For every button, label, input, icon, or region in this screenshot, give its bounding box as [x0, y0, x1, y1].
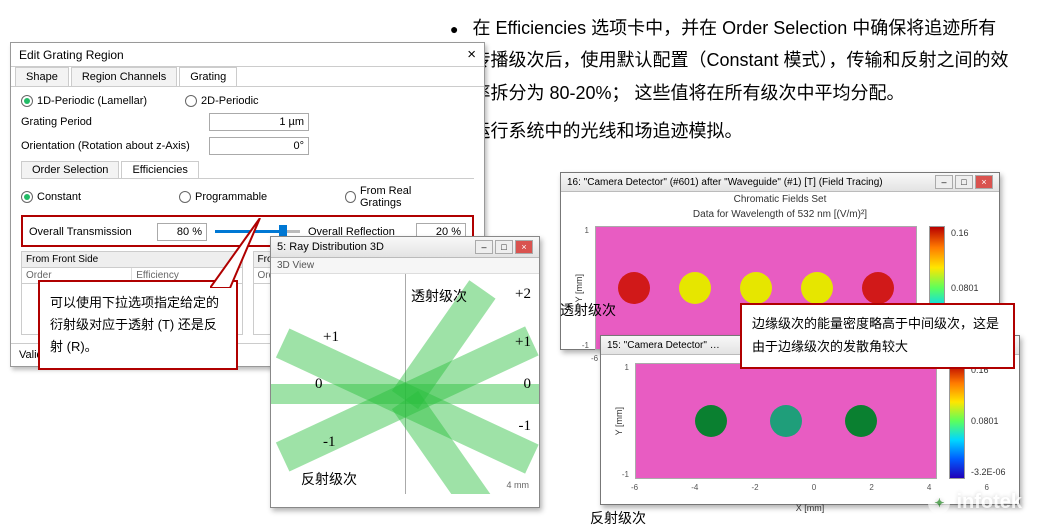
- bullet-list: ●在 Efficiencies 选项卡中，并在 Order Selection …: [450, 12, 1010, 155]
- subtab-efficiencies[interactable]: Efficiencies: [121, 161, 198, 178]
- refl-orders-caption: 反射级次: [301, 469, 357, 489]
- trans-orders-caption: 透射级次: [411, 286, 467, 306]
- order-minus1-l: -1: [323, 434, 336, 451]
- scale-bar-label: 4 mm: [507, 480, 530, 490]
- subtab-order-selection[interactable]: Order Selection: [21, 161, 119, 178]
- radio-from-real-gratings[interactable]: From Real Gratings: [345, 185, 444, 209]
- tab-region-channels[interactable]: Region Channels: [71, 67, 177, 86]
- refl-window-label: 反射级次: [590, 508, 646, 528]
- order-minus1-r: -1: [519, 418, 532, 435]
- order-zero-l: 0: [315, 376, 323, 393]
- order-plus1: +1: [515, 334, 531, 351]
- maximize-icon[interactable]: □: [955, 175, 973, 189]
- overall-transmission-label: Overall Transmission: [29, 226, 149, 238]
- raywin-subtitle: 3D View: [271, 258, 539, 274]
- tab-grating[interactable]: Grating: [179, 67, 237, 86]
- orientation-input[interactable]: [209, 137, 309, 155]
- tab-shape[interactable]: Shape: [15, 67, 69, 86]
- grating-period-input[interactable]: [209, 113, 309, 131]
- colorbar: [949, 363, 965, 479]
- dialog-title: Edit Grating Region: [19, 48, 124, 62]
- order-plus2: +2: [515, 286, 531, 303]
- bullet-text-2: 运行系统中的光线和场追迹模拟。: [472, 115, 1010, 149]
- radio-constant[interactable]: Constant: [21, 191, 81, 203]
- overall-transmission-input[interactable]: [157, 223, 207, 241]
- note-box: 边缘级次的能量密度略高于中间级次，这是由于边缘级次的发散角较大: [740, 303, 1015, 369]
- grating-period-label: Grating Period: [21, 116, 201, 128]
- radio-programmable[interactable]: Programmable: [179, 191, 267, 203]
- bullet-text-1: 在 Efficiencies 选项卡中，并在 Order Selection 中…: [472, 12, 1010, 109]
- maximize-icon[interactable]: □: [495, 240, 513, 254]
- refl-plot[interactable]: [635, 363, 937, 479]
- callout-box: 可以使用下拉选项指定给定的衍射级对应于透射 (T) 还是反射 (R)。: [38, 280, 238, 370]
- minimize-icon[interactable]: –: [475, 240, 493, 254]
- minimize-icon[interactable]: –: [935, 175, 953, 189]
- raywin-title: 5: Ray Distribution 3D: [277, 241, 384, 253]
- close-icon[interactable]: ×: [975, 175, 993, 189]
- callout-pointer: [210, 218, 280, 288]
- orientation-label: Orientation (Rotation about z-Axis): [21, 140, 201, 152]
- trans-window-label: 透射级次: [560, 300, 616, 320]
- ray-canvas[interactable]: 透射级次 反射级次 +2 +1 0 -1 +1 0 -1 4 mm: [271, 274, 539, 494]
- radio-2d-periodic[interactable]: 2D-Periodic: [185, 95, 258, 107]
- fieldwin-refl-title: 15: "Camera Detector" …: [607, 340, 720, 351]
- watermark: ✦ infotek: [928, 491, 1022, 514]
- order-zero-r: 0: [524, 376, 532, 393]
- fieldwin-trans-title: 16: "Camera Detector" (#601) after "Wave…: [567, 177, 883, 188]
- ray-distribution-window: 5: Ray Distribution 3D – □ × 3D View 透射级…: [270, 236, 540, 508]
- fieldwin-trans-caption: Data for Wavelength of 532 nm [(V/m)²]: [561, 207, 999, 222]
- fieldwin-trans-subhead: Chromatic Fields Set: [561, 192, 999, 207]
- close-icon[interactable]: ×: [515, 240, 533, 254]
- wechat-icon: ✦: [928, 492, 950, 514]
- close-icon[interactable]: ×: [467, 46, 476, 63]
- radio-1d-periodic[interactable]: 1D-Periodic (Lamellar): [21, 95, 147, 107]
- order-plus1-l: +1: [323, 329, 339, 346]
